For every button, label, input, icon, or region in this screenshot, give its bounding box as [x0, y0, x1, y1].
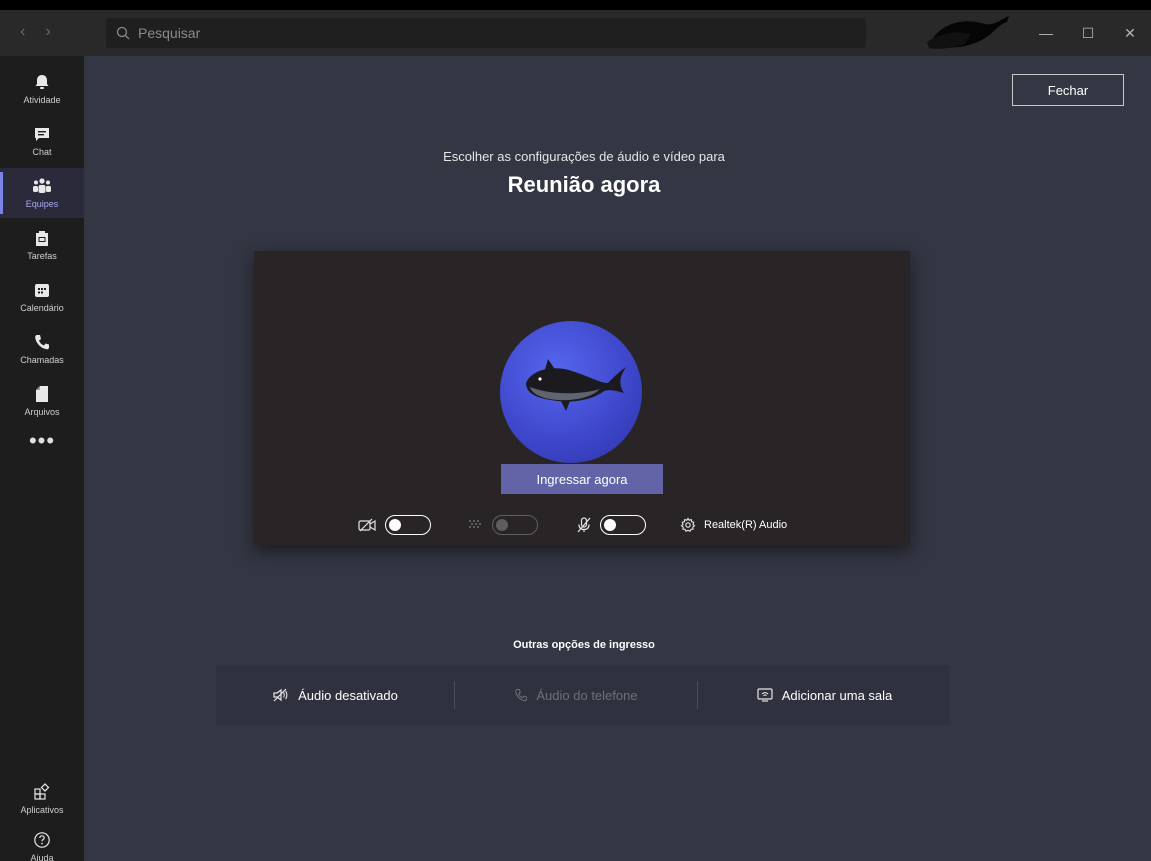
title-bar: ‹ › — ☐ ✕ — [0, 10, 1151, 56]
camera-toggle[interactable] — [385, 515, 431, 535]
apps-icon — [34, 783, 50, 800]
appbar-label: Arquivos — [24, 407, 60, 417]
audio-device-label: Realtek(R) Audio — [704, 519, 788, 531]
gear-icon — [680, 517, 696, 533]
add-room-option[interactable]: Adicionar uma sala — [698, 665, 950, 725]
appbar-label: Atividade — [23, 95, 61, 105]
camera-control — [357, 511, 431, 539]
settings-subtitle: Escolher as configurações de áudio e víd… — [443, 149, 725, 164]
audio-off-label: Áudio desativado — [298, 687, 398, 703]
background-effects-control — [468, 511, 538, 539]
tasks-icon — [36, 231, 48, 246]
background-blur-toggle[interactable] — [492, 515, 538, 535]
appbar-item-teams[interactable]: Equipes — [0, 168, 84, 218]
camera-off-icon — [358, 518, 376, 532]
appbar-item-help[interactable]: Ajuda — [0, 822, 84, 861]
appbar-label: Calendário — [20, 303, 64, 313]
window-controls: — ☐ ✕ — [1025, 10, 1151, 56]
profile-avatar-redacted[interactable] — [925, 12, 1010, 52]
video-preview: Ingressar agora Realtek(R) Audio — [254, 251, 910, 545]
join-now-button[interactable]: Ingressar agora — [501, 464, 663, 494]
microphone-off-icon — [577, 517, 591, 533]
add-room-label: Adicionar uma sala — [781, 687, 893, 703]
meeting-title: Reunião agora — [507, 172, 661, 197]
pre-join-screen: Fechar Escolher as configurações de áudi… — [84, 56, 1151, 861]
bell-icon — [35, 75, 49, 89]
audio-off-option[interactable]: Áudio desativado — [216, 665, 454, 725]
appbar-item-chat[interactable]: Chat — [0, 116, 84, 166]
phone-audio-option[interactable]: Áudio do telefone — [455, 665, 697, 725]
appbar-item-files[interactable]: Arquivos — [0, 376, 84, 426]
chat-icon — [35, 128, 49, 141]
search-box[interactable] — [106, 18, 866, 48]
device-settings[interactable]: Realtek(R) Audio — [680, 511, 787, 539]
appbar-item-tasks[interactable]: Tarefas — [0, 220, 84, 270]
appbar-item-calendar[interactable]: Calendário — [0, 272, 84, 322]
avatar — [500, 321, 642, 463]
device-controls: Realtek(R) Audio — [254, 511, 910, 539]
other-options-title: Outras opções de ingresso — [513, 639, 655, 651]
speaker-off-icon — [273, 688, 288, 702]
room-cast-icon — [757, 688, 773, 702]
back-arrow-icon[interactable]: ‹ — [20, 24, 25, 40]
calendar-icon — [35, 284, 49, 297]
phone-icon — [515, 689, 528, 702]
file-icon — [36, 386, 48, 402]
appbar-label: Equipes — [25, 199, 59, 209]
appbar-item-calls[interactable]: Chamadas — [0, 324, 84, 374]
phone-audio-label: Áudio do telefone — [536, 687, 638, 703]
appbar-item-activity[interactable]: Atividade — [0, 64, 84, 114]
search-icon — [116, 26, 130, 40]
minimize-icon[interactable]: — — [1025, 10, 1067, 56]
history-nav: ‹ › — [20, 24, 51, 40]
microphone-control — [576, 511, 646, 539]
help-icon — [34, 832, 50, 848]
search-input[interactable] — [138, 25, 818, 41]
other-join-options: Áudio desativado Áudio do telefone Adici… — [216, 665, 950, 725]
microphone-toggle[interactable] — [600, 515, 646, 535]
background-blur-icon — [469, 520, 481, 528]
appbar-item-apps[interactable]: Aplicativos — [0, 774, 84, 824]
close-window-icon[interactable]: ✕ — [1109, 10, 1151, 56]
phone-icon — [35, 335, 49, 350]
more-apps-icon[interactable]: ••• — [0, 430, 84, 452]
teams-icon — [33, 178, 51, 193]
appbar-label: Aplicativos — [20, 805, 64, 815]
appbar-label: Tarefas — [27, 251, 57, 261]
forward-arrow-icon[interactable]: › — [45, 24, 50, 40]
maximize-icon[interactable]: ☐ — [1067, 10, 1109, 56]
appbar-label: Chamadas — [20, 355, 64, 365]
close-button[interactable]: Fechar — [1012, 74, 1124, 106]
whale-icon — [526, 359, 626, 411]
appbar-label: Chat — [32, 147, 52, 157]
app-bar: Atividade Chat Equipes Tarefas Calendári… — [0, 56, 84, 861]
appbar-label: Ajuda — [30, 853, 54, 861]
